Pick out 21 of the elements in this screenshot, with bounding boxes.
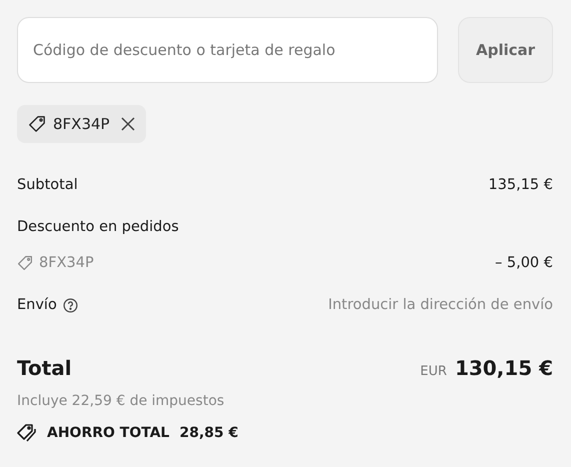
tags-icon: [17, 423, 37, 443]
taxes-note: Incluye 22,59 € de impuestos: [17, 393, 226, 409]
help-icon[interactable]: [62, 298, 78, 312]
discount-label: Descuento en pedidos: [17, 219, 179, 235]
subtotal-value: 135,15 €: [488, 177, 553, 193]
discount-code-field[interactable]: Código de descuento o tarjeta de regalo: [17, 17, 438, 83]
shipping-label: Envío: [17, 297, 57, 313]
total-value: 130,15 €: [454, 356, 553, 380]
apply-button[interactable]: Aplicar: [458, 17, 553, 83]
tag-icon: [28, 115, 46, 133]
subtotal-label: Subtotal: [17, 177, 78, 193]
total-label: Total: [17, 356, 72, 380]
discount-code: 8FX34P: [39, 255, 94, 271]
code-text: 8FX34P: [53, 115, 110, 133]
close-icon[interactable]: [120, 117, 135, 131]
discount-value: – 5,00 €: [495, 255, 553, 271]
savings-value: 28,85 €: [179, 425, 238, 441]
savings-label: AHORRO TOTAL: [47, 425, 170, 441]
currency-code: EUR: [420, 364, 447, 379]
shipping-value: Introducir la dirección de envío: [328, 297, 553, 313]
tag-icon: [17, 255, 33, 271]
